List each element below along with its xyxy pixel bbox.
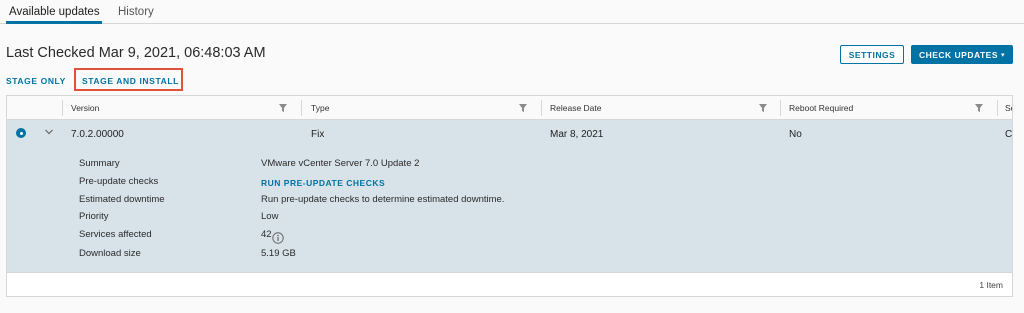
cell-partial: C (1005, 129, 1013, 140)
settings-button-label: SETTINGS (848, 49, 896, 60)
detail-value-services: 42 (261, 229, 272, 240)
column-separator (780, 100, 781, 116)
tab-bar: Available updates History (0, 0, 1024, 24)
page-title: Last Checked Mar 9, 2021, 06:48:03 AM (6, 45, 266, 61)
detail-label-pre-update: Pre-update checks (79, 176, 159, 187)
chevron-down-icon[interactable] (44, 127, 54, 137)
check-updates-button[interactable]: CHECK UPDATES ▾ (911, 45, 1013, 64)
grid-header: Version Type Release Date Reboot Require… (7, 96, 1012, 120)
detail-value-priority: Low (261, 211, 279, 222)
cell-reboot-required: No (789, 129, 802, 140)
filter-icon[interactable] (759, 104, 767, 112)
filter-icon[interactable] (279, 104, 287, 112)
column-separator (541, 100, 542, 116)
cell-release-date: Mar 8, 2021 (550, 129, 604, 140)
cell-type: Fix (311, 129, 325, 140)
cell-version: 7.0.2.00000 (71, 129, 124, 140)
column-separator (301, 100, 302, 116)
detail-label-summary: Summary (79, 158, 120, 169)
settings-button[interactable]: SETTINGS (840, 45, 904, 64)
column-separator (62, 100, 63, 116)
detail-label-priority: Priority (79, 211, 109, 222)
column-header-reboot-required[interactable]: Reboot Required (789, 103, 853, 113)
detail-label-downtime: Estimated downtime (79, 194, 165, 205)
check-updates-label: CHECK UPDATES (918, 49, 999, 60)
updates-grid: Version Type Release Date Reboot Require… (6, 95, 1013, 297)
grid-footer-divider (7, 272, 1012, 273)
filter-icon[interactable] (975, 104, 983, 112)
chevron-down-icon: ▾ (1001, 51, 1006, 59)
column-header-type[interactable]: Type (311, 103, 329, 113)
detail-label-services: Services affected (79, 229, 152, 240)
detail-value-summary: VMware vCenter Server 7.0 Update 2 (261, 158, 420, 169)
stage-and-install-button[interactable]: STAGE AND INSTALL (82, 76, 179, 86)
row-select-radio[interactable] (16, 128, 26, 138)
run-pre-update-checks-link[interactable]: RUN PRE-UPDATE CHECKS (261, 178, 385, 188)
detail-value-downtime: Run pre-update checks to determine estim… (261, 194, 505, 205)
column-separator (997, 100, 998, 116)
column-header-partial[interactable]: Se (1005, 103, 1012, 113)
tab-available-updates[interactable]: Available updates (9, 6, 100, 18)
item-count: 1 Item (979, 280, 1003, 290)
stage-only-button[interactable]: STAGE ONLY (6, 76, 66, 86)
detail-value-download: 5.19 GB (261, 248, 296, 259)
detail-label-download: Download size (79, 248, 141, 259)
info-icon[interactable] (272, 232, 284, 244)
column-header-version[interactable]: Version (71, 103, 99, 113)
column-header-release-date[interactable]: Release Date (550, 103, 602, 113)
tab-history[interactable]: History (118, 6, 154, 18)
filter-icon[interactable] (519, 104, 527, 112)
active-tab-indicator (6, 21, 102, 24)
